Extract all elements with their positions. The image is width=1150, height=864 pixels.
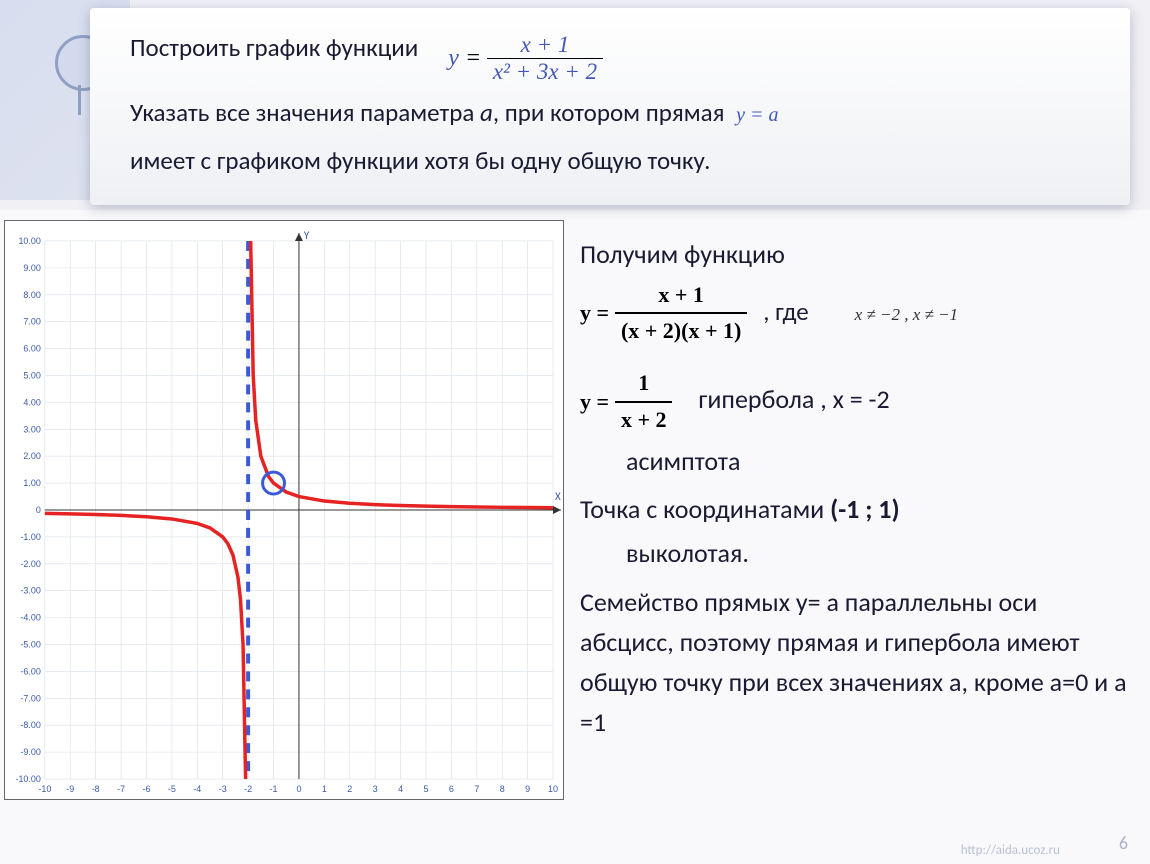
svg-text:2.00: 2.00 xyxy=(23,451,40,461)
asymptote-label: асимптота xyxy=(580,441,1130,481)
svg-text:-2: -2 xyxy=(244,784,252,794)
simplified-formula: y = 1 x + 2 гипербола , х = -2 xyxy=(580,366,1130,436)
svg-text:0: 0 xyxy=(36,505,41,515)
svg-text:7: 7 xyxy=(474,784,479,794)
svg-text:-3.00: -3.00 xyxy=(20,586,40,596)
formula-factored: y = x + 1 (x + 2)(x + 1) , где x ≠ −2 , … xyxy=(580,278,1130,348)
svg-text:-5.00: -5.00 xyxy=(20,640,40,650)
function-graph: -10-9-8-7-6-5-4-3-2-1012345678910-10.00-… xyxy=(4,220,564,800)
svg-text:-10: -10 xyxy=(38,784,51,794)
svg-text:6: 6 xyxy=(449,784,454,794)
svg-text:X: X xyxy=(555,490,561,503)
content-area: -10-9-8-7-6-5-4-3-2-1012345678910-10.00-… xyxy=(0,210,1150,864)
svg-text:3.00: 3.00 xyxy=(23,424,40,434)
footer-url: http://aida.ucoz.ru xyxy=(961,843,1060,858)
line2-b: , при котором прямая xyxy=(493,97,725,128)
svg-text:-2.00: -2.00 xyxy=(20,559,40,569)
svg-text:0: 0 xyxy=(296,784,301,794)
svg-text:10: 10 xyxy=(548,784,558,794)
svg-text:Y: Y xyxy=(304,229,310,242)
svg-text:8.00: 8.00 xyxy=(23,290,40,300)
svg-text:10.00: 10.00 xyxy=(18,236,40,246)
hole-point: Точка с координатами (-1 ; 1) xyxy=(580,489,1130,529)
svg-text:9.00: 9.00 xyxy=(23,263,40,273)
svg-text:-9.00: -9.00 xyxy=(20,747,40,757)
svg-text:-5: -5 xyxy=(168,784,176,794)
svg-text:-3: -3 xyxy=(219,784,227,794)
param-a: а xyxy=(480,97,493,128)
svg-text:-4.00: -4.00 xyxy=(20,613,40,623)
svg-text:-1.00: -1.00 xyxy=(20,532,40,542)
svg-text:-7: -7 xyxy=(117,784,125,794)
line3: имеет с графиком функции хотя бы одну об… xyxy=(130,141,1102,181)
svg-text:-8.00: -8.00 xyxy=(20,720,40,730)
svg-text:1: 1 xyxy=(322,784,327,794)
sol-intro: Получим функцию xyxy=(580,234,1130,274)
svg-text:-7.00: -7.00 xyxy=(20,693,40,703)
svg-text:-4: -4 xyxy=(193,784,201,794)
svg-text:-10.00: -10.00 xyxy=(15,774,40,784)
chart-panel: -10-9-8-7-6-5-4-3-2-1012345678910-10.00-… xyxy=(0,210,570,864)
page-number: 6 xyxy=(1119,832,1128,854)
svg-text:8: 8 xyxy=(500,784,505,794)
problem-statement-card: Построить график функции y = x + 1 x² + … xyxy=(90,8,1130,205)
main-formula: y = x + 1 x² + 3x + 2 xyxy=(448,32,603,85)
line2-a: Указать все значения параметра xyxy=(130,97,480,128)
svg-text:7.00: 7.00 xyxy=(23,317,40,327)
svg-text:5: 5 xyxy=(423,784,428,794)
solution-text: Получим функцию y = x + 1 (x + 2)(x + 1)… xyxy=(570,210,1150,864)
svg-text:-1: -1 xyxy=(270,784,278,794)
svg-text:6.00: 6.00 xyxy=(23,344,40,354)
svg-text:9: 9 xyxy=(525,784,530,794)
svg-text:-6: -6 xyxy=(143,784,151,794)
svg-text:-8: -8 xyxy=(92,784,100,794)
svg-text:-6.00: -6.00 xyxy=(20,666,40,676)
task-prefix: Построить график функции xyxy=(130,32,418,63)
line-formula: y = a xyxy=(736,104,778,126)
svg-text:5.00: 5.00 xyxy=(23,370,40,380)
svg-text:-9: -9 xyxy=(66,784,74,794)
svg-text:4: 4 xyxy=(398,784,403,794)
svg-text:2: 2 xyxy=(347,784,352,794)
svg-text:3: 3 xyxy=(373,784,378,794)
svg-text:4.00: 4.00 xyxy=(23,397,40,407)
svg-text:1.00: 1.00 xyxy=(23,478,40,488)
family-lines: Семейство прямых у= а параллельны оси аб… xyxy=(580,582,1130,743)
